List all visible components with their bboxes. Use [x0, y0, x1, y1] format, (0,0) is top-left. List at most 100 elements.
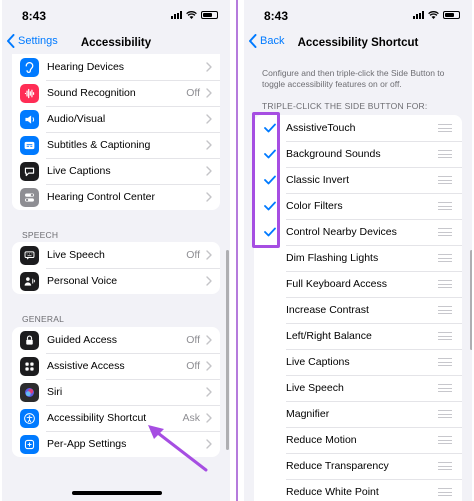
reorder-handle-icon[interactable]	[438, 124, 452, 132]
chevron-left-icon	[7, 34, 15, 48]
settings-row-value: Off	[186, 87, 200, 99]
chevron-right-icon	[206, 62, 212, 72]
reorder-handle-icon[interactable]	[438, 436, 452, 444]
chevron-right-icon	[206, 250, 212, 260]
back-button[interactable]: Settings	[6, 34, 58, 48]
shortcut-option-control-nearby-devices[interactable]: Control Nearby Devices	[254, 219, 462, 245]
reorder-handle-icon[interactable]	[438, 176, 452, 184]
annotation-arrow	[148, 425, 208, 472]
toggles-icon	[20, 187, 39, 207]
settings-row-hearing-devices[interactable]: Hearing Devices	[12, 54, 220, 80]
reorder-handle-icon[interactable]	[438, 150, 452, 158]
waveform-person-icon	[20, 271, 39, 291]
settings-row-value: Off	[186, 249, 200, 261]
cellular-signal-icon	[413, 11, 424, 19]
status-time: 8:43	[264, 9, 289, 23]
shortcut-option-label: Live Captions	[286, 356, 350, 368]
reorder-handle-icon[interactable]	[438, 410, 452, 418]
settings-row-live-speech[interactable]: Live Speech Off	[12, 242, 220, 268]
app-settings-icon	[20, 434, 39, 454]
settings-row-label: Siri	[47, 386, 63, 398]
nav-bar: Back Accessibility Shortcut	[244, 30, 472, 56]
status-bar: 8:43	[2, 0, 230, 28]
shortcut-option-label: Color Filters	[286, 200, 343, 212]
shortcut-option-assistivetouch[interactable]: AssistiveTouch	[254, 115, 462, 141]
shortcut-option-label: Control Nearby Devices	[286, 226, 397, 238]
reorder-handle-icon[interactable]	[438, 228, 452, 236]
shortcut-feature-list: AssistiveTouch Background Sounds Classic I…	[254, 115, 462, 501]
scrollbar[interactable]	[470, 250, 472, 350]
shortcut-option-live-speech[interactable]: Live Speech	[254, 375, 462, 401]
back-button[interactable]: Back	[248, 34, 284, 48]
status-time: 8:43	[22, 9, 47, 23]
settings-row-live-captions[interactable]: Live Captions	[12, 158, 220, 184]
ear-icon	[20, 57, 39, 77]
shortcut-option-background-sounds[interactable]: Background Sounds	[254, 141, 462, 167]
speech-settings-group: Live Speech Off Personal Voice	[12, 242, 220, 294]
settings-row-subtitles-captioning[interactable]: Subtitles & Captioning	[12, 132, 220, 158]
back-label: Settings	[18, 35, 58, 47]
wifi-icon	[186, 11, 197, 19]
shortcut-option-color-filters[interactable]: Color Filters	[254, 193, 462, 219]
reorder-handle-icon[interactable]	[438, 280, 452, 288]
nav-bar: Settings Accessibility	[2, 30, 230, 56]
reorder-handle-icon[interactable]	[438, 462, 452, 470]
shortcut-option-label: AssistiveTouch	[286, 122, 356, 134]
reorder-handle-icon[interactable]	[438, 332, 452, 340]
shortcut-option-label: Left/Right Balance	[286, 330, 372, 342]
status-bar: 8:43	[244, 0, 472, 28]
scrollbar[interactable]	[226, 250, 229, 450]
settings-row-audio-visual[interactable]: Audio/Visual	[12, 106, 220, 132]
settings-row-value: Off	[186, 360, 200, 372]
settings-row-guided-access[interactable]: Guided Access Off	[12, 327, 220, 353]
shortcut-option-reduce-white-point[interactable]: Reduce White Point	[254, 479, 462, 501]
settings-row-label: Live Speech	[47, 249, 105, 261]
settings-row-assistive-access[interactable]: Assistive Access Off	[12, 353, 220, 379]
settings-row-personal-voice[interactable]: Personal Voice	[12, 268, 220, 294]
shortcut-option-label: Full Keyboard Access	[286, 278, 387, 290]
captions-icon	[20, 135, 39, 155]
settings-row-siri[interactable]: Siri	[12, 379, 220, 405]
waveform-icon	[20, 83, 39, 103]
checked-items-highlight	[252, 112, 280, 248]
shortcut-option-classic-invert[interactable]: Classic Invert	[254, 167, 462, 193]
chevron-right-icon	[206, 361, 212, 371]
shortcut-option-magnifier[interactable]: Magnifier	[254, 401, 462, 427]
wifi-icon	[428, 11, 439, 19]
lock-icon	[20, 330, 39, 350]
shortcut-option-full-keyboard-access[interactable]: Full Keyboard Access	[254, 271, 462, 297]
reorder-handle-icon[interactable]	[438, 358, 452, 366]
shortcut-option-live-captions[interactable]: Live Captions	[254, 349, 462, 375]
reorder-handle-icon[interactable]	[438, 488, 452, 496]
settings-row-label: Audio/Visual	[47, 113, 106, 125]
shortcut-option-label: Background Sounds	[286, 148, 381, 160]
shortcut-list-header: TRIPLE-CLICK THE SIDE BUTTON FOR:	[262, 101, 428, 111]
settings-row-label: Live Captions	[47, 165, 111, 177]
shortcut-option-reduce-transparency[interactable]: Reduce Transparency	[254, 453, 462, 479]
shortcut-option-reduce-motion[interactable]: Reduce Motion	[254, 427, 462, 453]
speech-section-header: SPEECH	[22, 230, 59, 240]
settings-row-hearing-control-center[interactable]: Hearing Control Center	[12, 184, 220, 210]
keyboard-bubble-icon	[20, 245, 39, 265]
speaker-icon	[20, 109, 39, 129]
settings-row-value: Off	[186, 334, 200, 346]
shortcut-option-increase-contrast[interactable]: Increase Contrast	[254, 297, 462, 323]
settings-row-sound-recognition[interactable]: Sound Recognition Off	[12, 80, 220, 106]
reorder-handle-icon[interactable]	[438, 306, 452, 314]
reorder-handle-icon[interactable]	[438, 254, 452, 262]
settings-row-label: Sound Recognition	[47, 87, 136, 99]
chevron-right-icon	[206, 276, 212, 286]
chevron-left-icon	[249, 34, 257, 48]
siri-icon	[20, 382, 39, 402]
shortcut-description: Configure and then triple-click the Side…	[262, 68, 445, 89]
reorder-handle-icon[interactable]	[438, 384, 452, 392]
shortcut-option-label: Dim Flashing Lights	[286, 252, 379, 264]
shortcut-option-left-right-balance[interactable]: Left/Right Balance	[254, 323, 462, 349]
shortcut-option-dim-flashing-lights[interactable]: Dim Flashing Lights	[254, 245, 462, 271]
cellular-signal-icon	[171, 11, 182, 19]
settings-row-label: Personal Voice	[47, 275, 118, 287]
reorder-handle-icon[interactable]	[438, 202, 452, 210]
shortcut-option-label: Classic Invert	[286, 174, 350, 186]
shortcut-option-label: Reduce Motion	[286, 434, 357, 446]
hearing-settings-group: Hearing Devices Sound Recognition Off Audio…	[12, 54, 220, 210]
